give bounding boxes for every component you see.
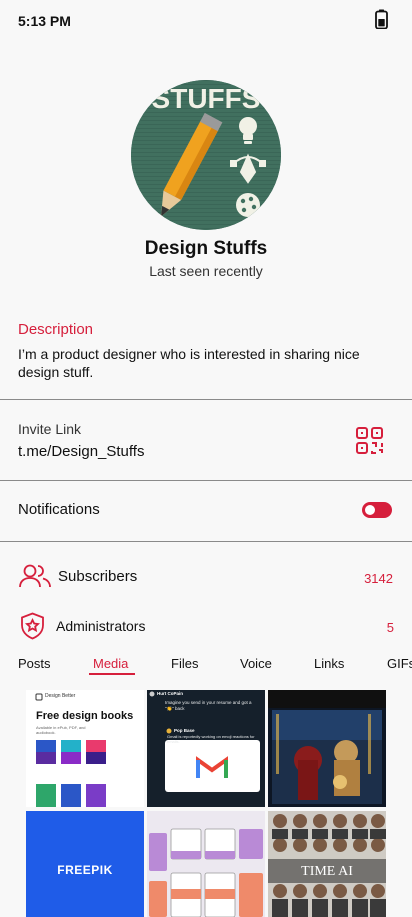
media-item-freepik[interactable]: FREEPIK [26, 811, 144, 917]
avatar-lettering: STUFFS [152, 83, 261, 114]
status-bar: 5:13 PM [0, 0, 412, 40]
subscribers-count: 3142 [364, 571, 393, 586]
tab-gifs[interactable]: GIFs [387, 656, 412, 671]
battery-icon [375, 9, 388, 29]
divider [0, 399, 412, 400]
active-tab-indicator [89, 673, 135, 675]
qr-code-icon[interactable] [356, 427, 383, 454]
description-text: I’m a product designer who is interested… [18, 346, 360, 380]
subscribers-label: Subscribers [58, 568, 138, 585]
last-seen-status: Last seen recently [149, 263, 263, 279]
media-item-comic[interactable] [268, 690, 386, 807]
administrators-count: 5 [386, 620, 394, 635]
divider [0, 480, 412, 481]
notifications-toggle[interactable] [362, 502, 392, 518]
media-item-ux-cards[interactable] [147, 811, 265, 917]
tab-posts[interactable]: Posts [18, 656, 51, 671]
media-tabs: Posts Media Files Voice Links GIFs [0, 655, 412, 679]
time-ai-logo: TIME AI [301, 864, 353, 879]
invite-link-url[interactable]: t.me/Design_Stuffs [18, 443, 144, 460]
notifications-label: Notifications [18, 501, 100, 518]
status-time: 5:13 PM [18, 13, 71, 29]
media-item-time-ai[interactable]: TIME AI [268, 811, 386, 917]
channel-avatar[interactable]: STUFFS [131, 80, 281, 230]
tab-links[interactable]: Links [314, 656, 344, 671]
tab-media[interactable]: Media [93, 656, 128, 671]
shield-star-icon [21, 612, 44, 640]
administrators-label: Administrators [56, 618, 146, 634]
palette-icon [236, 193, 260, 217]
description-label: Description [18, 321, 94, 338]
media-item-tweet[interactable]: Hurt CoPain Imagine you send in your res… [147, 690, 265, 807]
channel-name: Design Stuffs [144, 238, 268, 259]
freepik-logo: FREEPIK [57, 863, 113, 877]
invite-link-label: Invite Link [18, 421, 82, 437]
tab-files[interactable]: Files [171, 656, 198, 671]
toggle-knob [365, 505, 375, 515]
divider [0, 541, 412, 542]
media-item-books[interactable]: Design Better Free design books Availabl… [26, 690, 144, 807]
users-icon [19, 564, 51, 588]
tab-voice[interactable]: Voice [240, 656, 272, 671]
